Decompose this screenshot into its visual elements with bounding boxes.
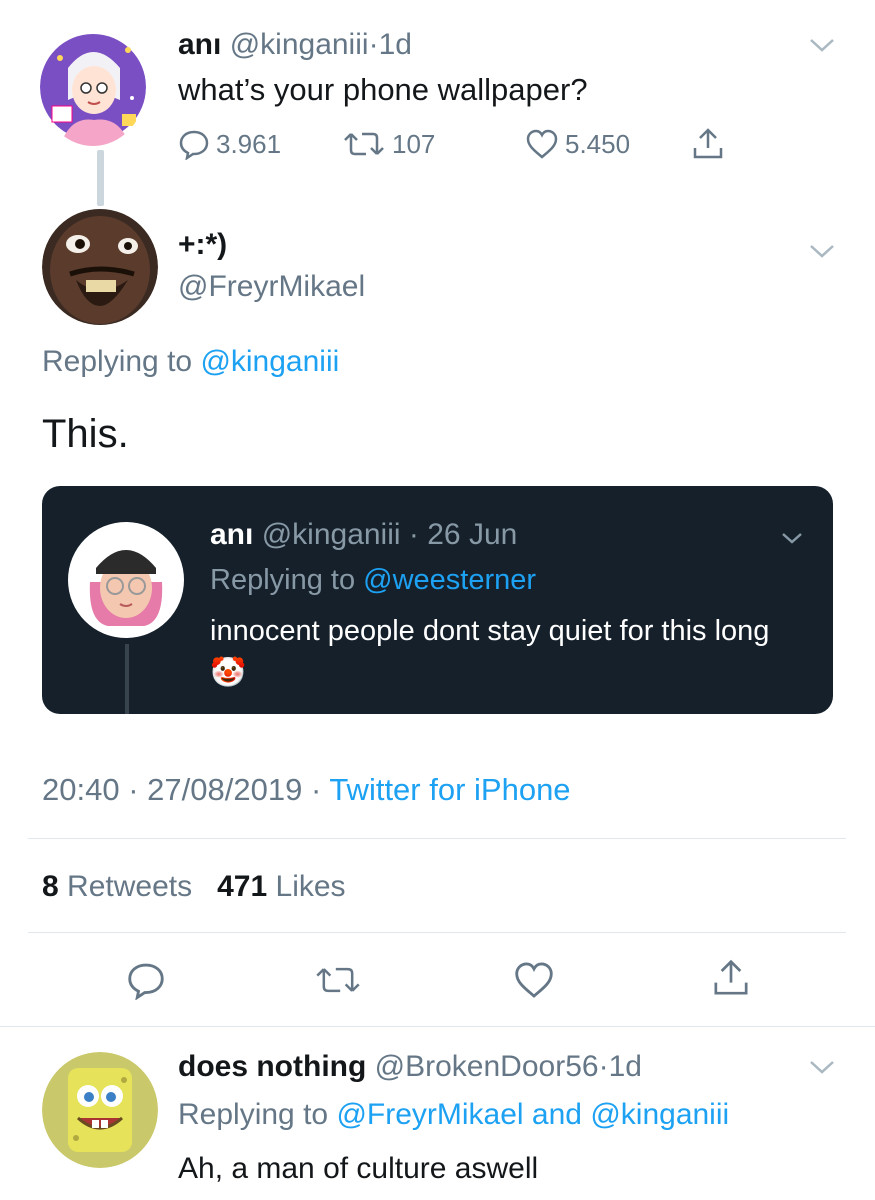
tweet1-age[interactable]: 1d: [379, 28, 412, 61]
tweet3-handle[interactable]: @BrokenDoor56: [375, 1050, 599, 1083]
tweet2-chevron-down-icon[interactable]: [808, 242, 836, 260]
like-button[interactable]: [513, 960, 555, 1005]
tweet3-replying-line: Replying to @FreyrMikael and @kinganiii: [178, 1098, 729, 1132]
tweet1-dot: ·: [368, 28, 379, 61]
tweet3-replying-to-link-1[interactable]: @FreyrMikael: [336, 1098, 523, 1131]
tweet-time: 20:40: [42, 772, 120, 807]
card-replying-to-link[interactable]: @weesterner: [363, 564, 536, 596]
share-button[interactable]: [710, 956, 752, 1005]
face-closeup-avatar[interactable]: [42, 208, 158, 326]
card-handle[interactable]: @kinganiii: [262, 518, 401, 551]
retweet-icon: [316, 967, 360, 993]
retweets-label: Retweets: [67, 870, 193, 903]
card-replying-line: Replying to @weesterner: [210, 564, 536, 597]
tweet3-name[interactable]: does nothing: [178, 1050, 366, 1083]
meta-sep-2: ·: [310, 772, 322, 807]
tweet1-handle[interactable]: @kinganiii: [230, 28, 369, 61]
share-icon: [693, 128, 723, 159]
reply-icon: [179, 130, 209, 160]
tweet1-like-count: 5.450: [565, 128, 631, 159]
card-date[interactable]: 26 Jun: [427, 518, 517, 551]
tweet1-chevron-down-icon[interactable]: [808, 36, 836, 54]
card-text: innocent people dont stay quiet for this…: [210, 610, 810, 694]
likes-stat[interactable]: 471 Likes: [217, 870, 345, 903]
divider: [0, 1026, 875, 1027]
tweet-source-link[interactable]: Twitter for iPhone: [329, 772, 570, 807]
memoji-avatar[interactable]: [68, 522, 184, 638]
tweet3-replying-prefix: Replying to: [178, 1098, 329, 1131]
tweet1-name[interactable]: anı: [178, 28, 221, 61]
retweets-stat[interactable]: 8 Retweets: [42, 870, 192, 903]
tweet3-replying-to-link-2[interactable]: @kinganiii: [590, 1098, 729, 1131]
tweet3-dot: ·: [598, 1050, 609, 1083]
tweet3-age[interactable]: 1d: [609, 1050, 642, 1083]
card-replying-prefix: Replying to: [210, 564, 356, 596]
card-thread-line: [125, 644, 129, 714]
likes-count: 471: [217, 870, 268, 903]
tweet1-retweet-button[interactable]: 107: [342, 128, 435, 160]
reply-button[interactable]: [126, 960, 166, 1005]
quoted-tweet-card[interactable]: anı @kinganiii · 26 Jun Replying to @wee…: [42, 486, 833, 714]
tweet-stats: 8 Retweets 471 Likes: [42, 870, 346, 904]
retweet-icon: [344, 132, 384, 156]
heart-icon: [515, 962, 553, 998]
tweet2-replying-to-link[interactable]: @kinganiii: [200, 345, 339, 378]
tweet-date: 27/08/2019: [147, 772, 303, 807]
tweet3-header: does nothing @BrokenDoor56·1d: [178, 1050, 642, 1084]
tweet2-text: This.: [42, 412, 129, 456]
tweet2-replying-prefix: Replying to: [42, 345, 193, 378]
card-name[interactable]: anı: [210, 518, 253, 551]
tweet3-text: Ah, a man of culture aswell: [178, 1152, 539, 1185]
tweet1-text: what’s your phone wallpaper?: [178, 72, 588, 107]
tweet2-handle[interactable]: @FreyrMikael: [178, 270, 365, 304]
divider: [28, 838, 846, 839]
divider: [28, 932, 846, 933]
tweet3-chevron-down-icon[interactable]: [808, 1058, 836, 1076]
tweet1-reply-count: 3.961: [216, 128, 282, 159]
tweet1-like-button[interactable]: 5.450: [525, 128, 630, 160]
card-dot: ·: [408, 518, 419, 551]
thread-connector-line: [97, 150, 104, 206]
card-chevron-down-icon[interactable]: [780, 530, 804, 546]
tweet1-share-button[interactable]: [690, 126, 726, 167]
tweet1-reply-button[interactable]: 3.961: [178, 128, 281, 160]
tweet1-retweet-count: 107: [392, 128, 436, 159]
retweets-count: 8: [42, 870, 59, 903]
tweet1-header: anı @kinganiii·1d: [178, 28, 412, 62]
tweet-meta: 20:40 · 27/08/2019 · Twitter for iPhone: [42, 772, 571, 808]
share-icon: [714, 959, 748, 995]
tweet3-replying-and: and: [531, 1098, 582, 1131]
card-header: anı @kinganiii · 26 Jun: [210, 518, 517, 552]
tweet2-replying-line: Replying to @kinganiii: [42, 345, 339, 379]
meta-sep-1: ·: [128, 772, 139, 807]
spongebob-avatar[interactable]: [42, 1052, 158, 1168]
card-text-body: innocent people dont stay quiet for this…: [210, 615, 770, 647]
likes-label: Likes: [275, 870, 346, 903]
anime-girl-avatar[interactable]: [40, 28, 146, 146]
clown-emoji-icon: 🤡: [210, 657, 247, 689]
retweet-button[interactable]: [314, 960, 362, 1005]
reply-icon: [128, 963, 164, 1001]
tweet2-name[interactable]: +:*): [178, 228, 227, 262]
heart-icon: [526, 129, 558, 159]
